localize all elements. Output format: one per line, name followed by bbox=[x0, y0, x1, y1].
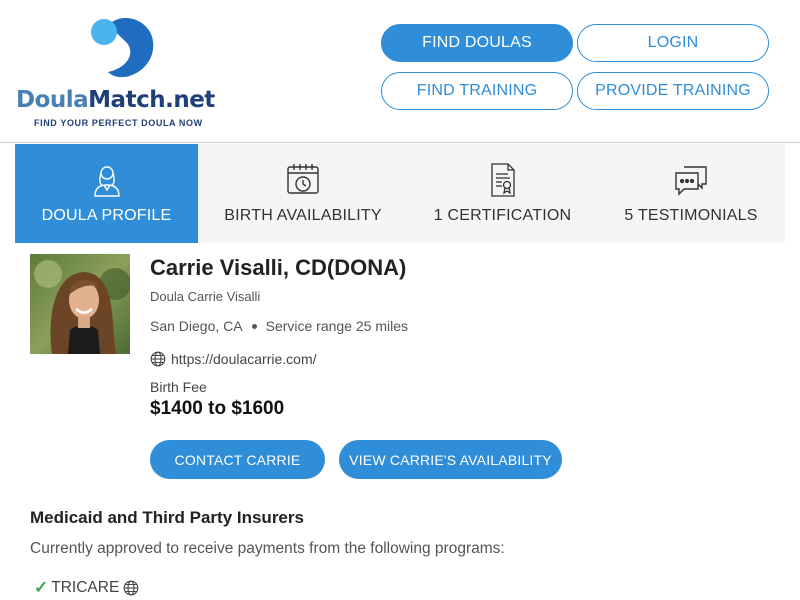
find-doulas-button[interactable]: FIND DOULAS bbox=[381, 24, 573, 62]
birth-fee-value: $1400 to $1600 bbox=[150, 398, 285, 419]
globe-icon bbox=[150, 351, 166, 367]
tab-birth-availability[interactable]: BIRTH AVAILABILITY bbox=[198, 144, 408, 243]
contact-button[interactable]: CONTACT CARRIE bbox=[150, 440, 325, 479]
login-button[interactable]: LOGIN bbox=[577, 24, 769, 62]
doula-name: Carrie Visalli, CD(DONA) bbox=[150, 255, 407, 280]
website-url[interactable]: https://doulacarrie.com/ bbox=[171, 351, 317, 367]
globe-icon[interactable] bbox=[123, 580, 139, 596]
tab-label: DOULA PROFILE bbox=[41, 207, 172, 224]
profile-photo bbox=[30, 254, 130, 354]
insurance-title: Medicaid and Third Party Insurers bbox=[30, 508, 304, 527]
logo-word-doula: Doula bbox=[16, 87, 89, 113]
doula-profile-icon bbox=[93, 166, 120, 197]
site-logo[interactable]: DoulaMatch.net FIND YOUR PERFECT DOULA N… bbox=[14, 10, 224, 135]
view-availability-button[interactable]: VIEW CARRIE'S AVAILABILITY bbox=[339, 440, 562, 479]
service-range: Service range 25 miles bbox=[265, 318, 409, 334]
tab-testimonials[interactable]: 5 TESTIMONIALS bbox=[597, 144, 785, 243]
website-link[interactable]: https://doulacarrie.com/ bbox=[150, 351, 317, 367]
separator-dot bbox=[251, 323, 257, 329]
logo-mark-icon bbox=[91, 17, 154, 78]
logo-word-match: Match.net bbox=[88, 87, 215, 113]
tab-label: 5 TESTIMONIALS bbox=[624, 207, 758, 224]
tab-label: 1 CERTIFICATION bbox=[433, 207, 572, 224]
find-training-button[interactable]: FIND TRAINING bbox=[381, 72, 573, 110]
tab-label: BIRTH AVAILABILITY bbox=[224, 207, 382, 224]
tab-certification[interactable]: 1 CERTIFICATION bbox=[408, 144, 597, 243]
check-icon: ✓ bbox=[34, 578, 49, 597]
calendar-clock-icon bbox=[287, 164, 319, 194]
insurance-program-item: ✓ TRICARE bbox=[34, 578, 139, 598]
business-name: Doula Carrie Visalli bbox=[150, 289, 261, 304]
program-name: TRICARE bbox=[51, 579, 120, 596]
chat-bubbles-icon bbox=[675, 166, 707, 196]
location-row: San Diego, CA Service range 25 miles bbox=[150, 318, 408, 334]
logo-tagline: FIND YOUR PERFECT DOULA NOW bbox=[34, 118, 203, 128]
location-text: San Diego, CA bbox=[150, 318, 243, 334]
profile-tabs: DOULA PROFILE BIRTH AVAILABILITY 1 CERTI… bbox=[15, 144, 785, 243]
provide-training-button[interactable]: PROVIDE TRAINING bbox=[577, 72, 769, 110]
birth-fee-label: Birth Fee bbox=[150, 379, 207, 395]
site-header: DoulaMatch.net FIND YOUR PERFECT DOULA N… bbox=[0, 0, 800, 143]
tab-doula-profile[interactable]: DOULA PROFILE bbox=[15, 144, 198, 243]
certificate-icon bbox=[490, 163, 515, 197]
insurance-description: Currently approved to receive payments f… bbox=[30, 540, 505, 557]
logo-wordmark: DoulaMatch.net bbox=[16, 87, 215, 113]
